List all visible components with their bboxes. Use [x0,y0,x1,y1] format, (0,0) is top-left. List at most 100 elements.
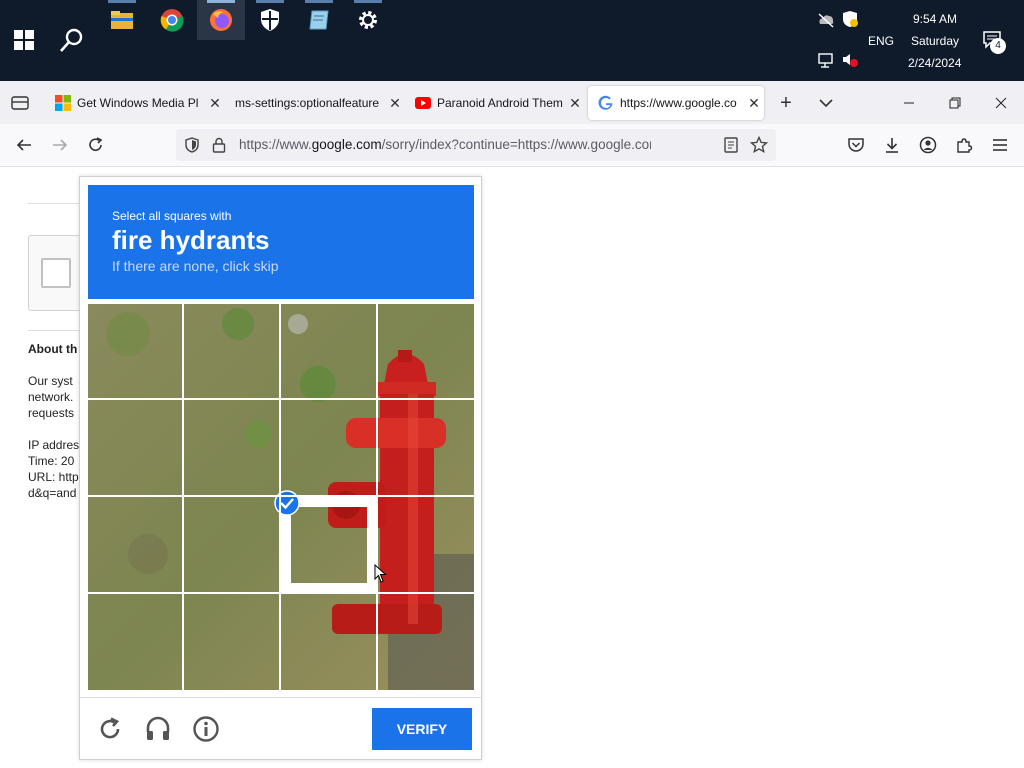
ip-address-line: IP addres [28,438,80,452]
captcha-tile[interactable] [88,497,182,591]
search-icon [60,28,83,52]
captcha-tile[interactable] [378,304,472,398]
pocket-icon [848,138,864,152]
clock-date[interactable]: 2/24/2024 [908,56,961,70]
captcha-tile[interactable] [184,594,278,688]
url-prefix: https://www. [239,137,312,152]
tab-title: ms-settings:optionalfeature [235,96,380,110]
back-button[interactable] [10,132,38,158]
windows-logo-icon [14,30,34,50]
onedrive-offline-icon[interactable] [817,12,835,28]
network-icon[interactable] [817,52,835,68]
time-line: Time: 20 [28,454,75,468]
tab-title: Paranoid Android Them [437,96,563,110]
url-line: URL: http [28,470,79,484]
chevron-down-icon [819,99,833,108]
forward-button[interactable] [46,132,74,158]
account-button[interactable] [914,132,942,158]
tab-close-icon[interactable]: ✕ [385,95,405,112]
plus-icon: + [780,92,792,114]
notification-center-button[interactable]: 4 [982,30,1008,54]
volume-muted-icon[interactable] [841,52,859,68]
navigation-toolbar: https://www.google.com/sorry/index?conti… [0,124,1024,167]
taskbar-search-button[interactable] [58,26,86,59]
notepad-icon [309,10,329,30]
clock-day[interactable]: Saturday [911,34,959,48]
reload-icon [100,717,120,739]
reload-icon [89,137,103,151]
captcha-tile[interactable] [281,594,375,688]
body-line: Our syst [28,374,73,388]
minimize-icon [904,102,914,104]
captcha-tile[interactable] [378,497,472,591]
challenge-hint: If there are none, click skip [112,258,279,274]
tab-close-icon[interactable]: ✕ [565,95,585,112]
security-icon [261,9,279,31]
tracking-protection-shield-icon[interactable] [184,137,200,153]
app-menu-button[interactable] [986,132,1014,158]
tab-close-icon[interactable]: ✕ [744,95,764,112]
recaptcha-challenge-dialog: Select all squares with fire hydrants If… [79,176,482,760]
captcha-tile[interactable] [281,304,375,398]
browser-tab-strip: Get Windows Media Pl ✕ ms-settings:optio… [0,81,1024,124]
restore-button[interactable] [932,86,978,120]
tile-container [88,304,474,690]
captcha-tile[interactable] [88,594,182,688]
recaptcha-checkbox[interactable] [41,258,71,288]
downloads-button[interactable] [878,132,906,158]
captcha-tile[interactable] [88,400,182,494]
bookmark-star-icon[interactable] [750,136,768,154]
tab-paranoid-android[interactable]: Paranoid Android Them ✕ [405,86,585,120]
chrome-icon [160,9,184,32]
file-explorer-icon [111,11,133,29]
pinned-firefox[interactable] [197,0,245,40]
close-window-button[interactable] [978,86,1024,120]
firefox-view-button[interactable] [8,92,32,114]
puzzle-icon [957,138,973,153]
captcha-tile-selected[interactable] [274,490,377,593]
captcha-tile[interactable] [184,497,278,591]
extensions-button[interactable] [950,132,978,158]
pinned-settings[interactable] [344,0,392,40]
start-button[interactable] [14,30,34,50]
captcha-tile[interactable] [184,304,278,398]
minimize-button[interactable] [886,86,932,120]
new-tab-button[interactable]: + [774,92,798,114]
input-language[interactable]: ENG [868,34,894,48]
info-icon [193,716,219,742]
pinned-chrome[interactable] [148,0,196,40]
reload-challenge-button[interactable] [96,715,124,743]
audio-challenge-button[interactable] [144,715,172,743]
tab-google-active[interactable]: https://www.google.co ✕ [588,86,764,120]
challenge-instruction: Select all squares with [112,209,232,223]
hamburger-menu-icon [993,139,1007,151]
security-warning-icon[interactable] [842,10,858,28]
captcha-tile[interactable] [378,400,472,494]
verify-button[interactable]: VERIFY [372,708,472,750]
tab-close-icon[interactable]: ✕ [205,95,225,112]
tab-ms-settings[interactable]: ms-settings:optionalfeature ✕ [225,86,405,120]
pocket-button[interactable] [842,132,870,158]
address-bar[interactable]: https://www.google.com/sorry/index?conti… [176,129,776,161]
tab-windows-media[interactable]: Get Windows Media Pl ✕ [45,86,225,120]
help-button[interactable] [192,715,220,743]
captcha-tile[interactable] [378,594,472,688]
clock-time[interactable]: 9:54 AM [913,12,957,26]
pinned-security[interactable] [246,0,294,40]
notification-count-badge: 4 [990,38,1006,54]
lock-icon[interactable] [212,137,226,153]
reader-view-icon[interactable] [723,137,739,153]
reload-button[interactable] [82,132,110,158]
firefox-view-icon [11,96,29,110]
challenge-footer: VERIFY [80,697,481,760]
captcha-tile[interactable] [281,400,375,494]
about-heading: About th [28,342,78,356]
captcha-tile[interactable] [184,400,278,494]
body-line: network. [28,390,74,404]
url-text[interactable]: https://www.google.com/sorry/index?conti… [239,137,651,152]
pinned-notepad[interactable] [295,0,343,40]
checkmark-icon [274,490,300,516]
captcha-tile[interactable] [88,304,182,398]
pinned-file-explorer[interactable] [98,0,146,40]
list-all-tabs-button[interactable] [814,92,838,114]
